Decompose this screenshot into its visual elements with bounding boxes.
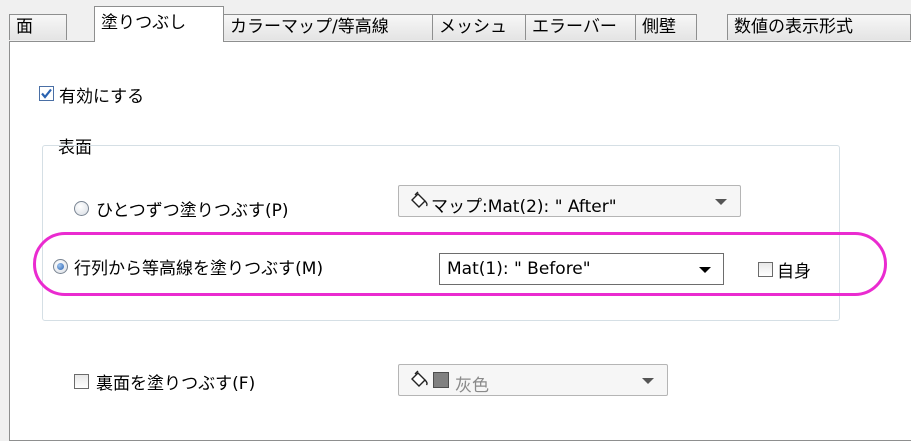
fill-each-combo-value: マップ:Mat(2): " After": [431, 197, 617, 217]
backface-color-value: 灰色: [455, 376, 489, 396]
enable-checkbox[interactable]: [39, 86, 54, 101]
fill-matrix-combo[interactable]: Mat(1): " Before": [439, 253, 724, 285]
enable-label: 有効にする: [59, 87, 145, 107]
tab-error-bar[interactable]: エラーバー: [525, 14, 636, 40]
tab-face[interactable]: 面: [9, 14, 67, 40]
tab-strip: 面 塗りつぶし カラーマップ/等高線 メッシュ エラーバー 側壁 数値の表示形式: [0, 0, 911, 42]
chevron-down-icon: [699, 267, 711, 273]
fill-each-combo[interactable]: マップ:Mat(2): " After": [398, 185, 741, 217]
tab-side-wall[interactable]: 側壁: [635, 14, 697, 40]
tab-fill[interactable]: 塗りつぶし: [94, 6, 224, 42]
fill-each-label: ひとつずつ塗りつぶす(P): [96, 201, 289, 221]
self-checkbox[interactable]: [758, 262, 773, 277]
fill-matrix-combo-value: Mat(1): " Before": [447, 259, 591, 279]
backface-color-combo[interactable]: 灰色: [398, 364, 668, 396]
fill-each-radio[interactable]: [74, 201, 89, 216]
self-label: 自身: [777, 262, 811, 282]
backface-checkbox[interactable]: [74, 374, 89, 389]
tab-mesh[interactable]: メッシュ: [432, 14, 526, 40]
backface-label: 裏面を塗りつぶす(F): [96, 374, 256, 394]
chevron-down-icon: [715, 199, 727, 205]
paint-bucket-icon: [411, 191, 428, 208]
surface-group: [42, 145, 840, 321]
tab-colormap-contour[interactable]: カラーマップ/等高線: [223, 14, 433, 40]
chevron-down-icon: [642, 378, 654, 384]
fill-matrix-radio[interactable]: [53, 259, 68, 274]
tab-number-format[interactable]: 数値の表示形式: [727, 14, 911, 40]
paint-bucket-icon: [411, 370, 428, 387]
checkmark-icon: [41, 88, 52, 99]
fill-matrix-label: 行列から等高線を塗りつぶす(M): [74, 259, 324, 279]
color-swatch: [433, 372, 449, 388]
